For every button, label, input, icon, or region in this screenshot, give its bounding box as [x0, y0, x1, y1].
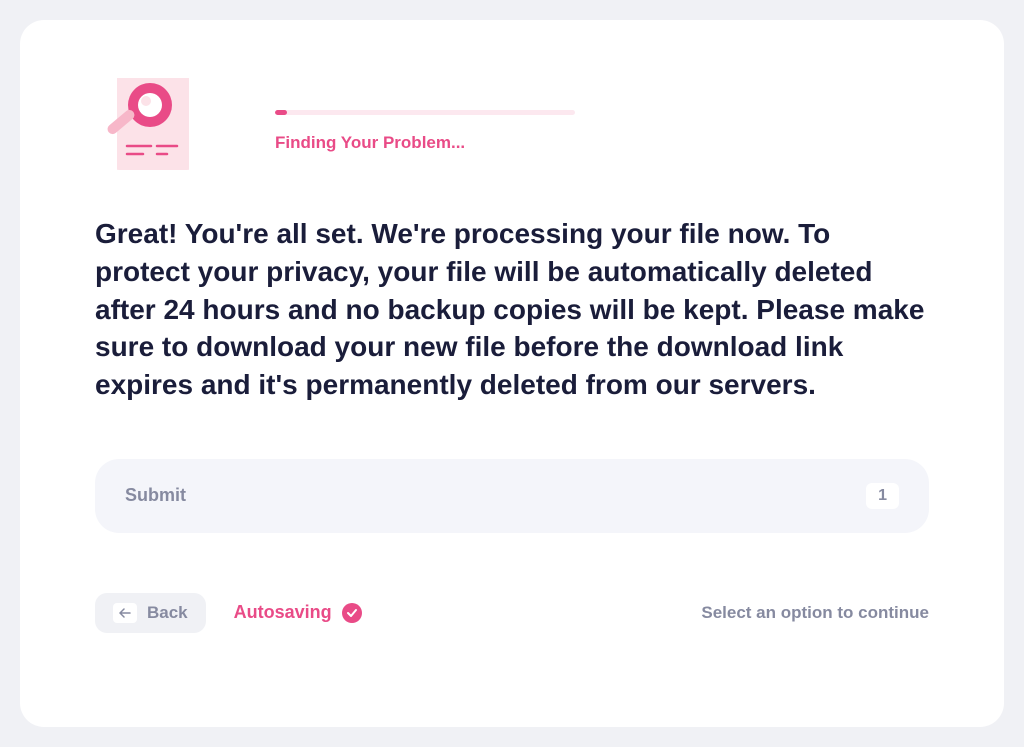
receipt-magnifier-illustration	[95, 70, 205, 175]
progress-bar	[275, 110, 575, 115]
progress-label: Finding Your Problem...	[275, 133, 929, 153]
back-arrow-icon	[113, 603, 137, 623]
footer: Back Autosaving Select an option to cont…	[95, 593, 929, 633]
autosaving-status: Autosaving	[234, 602, 362, 623]
autosaving-label: Autosaving	[234, 602, 332, 623]
continue-hint: Select an option to continue	[701, 603, 929, 623]
back-label: Back	[147, 603, 188, 623]
main-card: Finding Your Problem... Great! You're al…	[20, 20, 1004, 727]
back-button[interactable]: Back	[95, 593, 206, 633]
header: Finding Your Problem...	[95, 70, 929, 175]
submit-count-badge: 1	[866, 483, 899, 509]
main-message: Great! You're all set. We're processing …	[95, 215, 929, 404]
submit-label: Submit	[125, 485, 186, 506]
check-icon	[342, 603, 362, 623]
progress-section: Finding Your Problem...	[275, 70, 929, 153]
progress-fill	[275, 110, 287, 115]
submit-option[interactable]: Submit 1	[95, 459, 929, 533]
